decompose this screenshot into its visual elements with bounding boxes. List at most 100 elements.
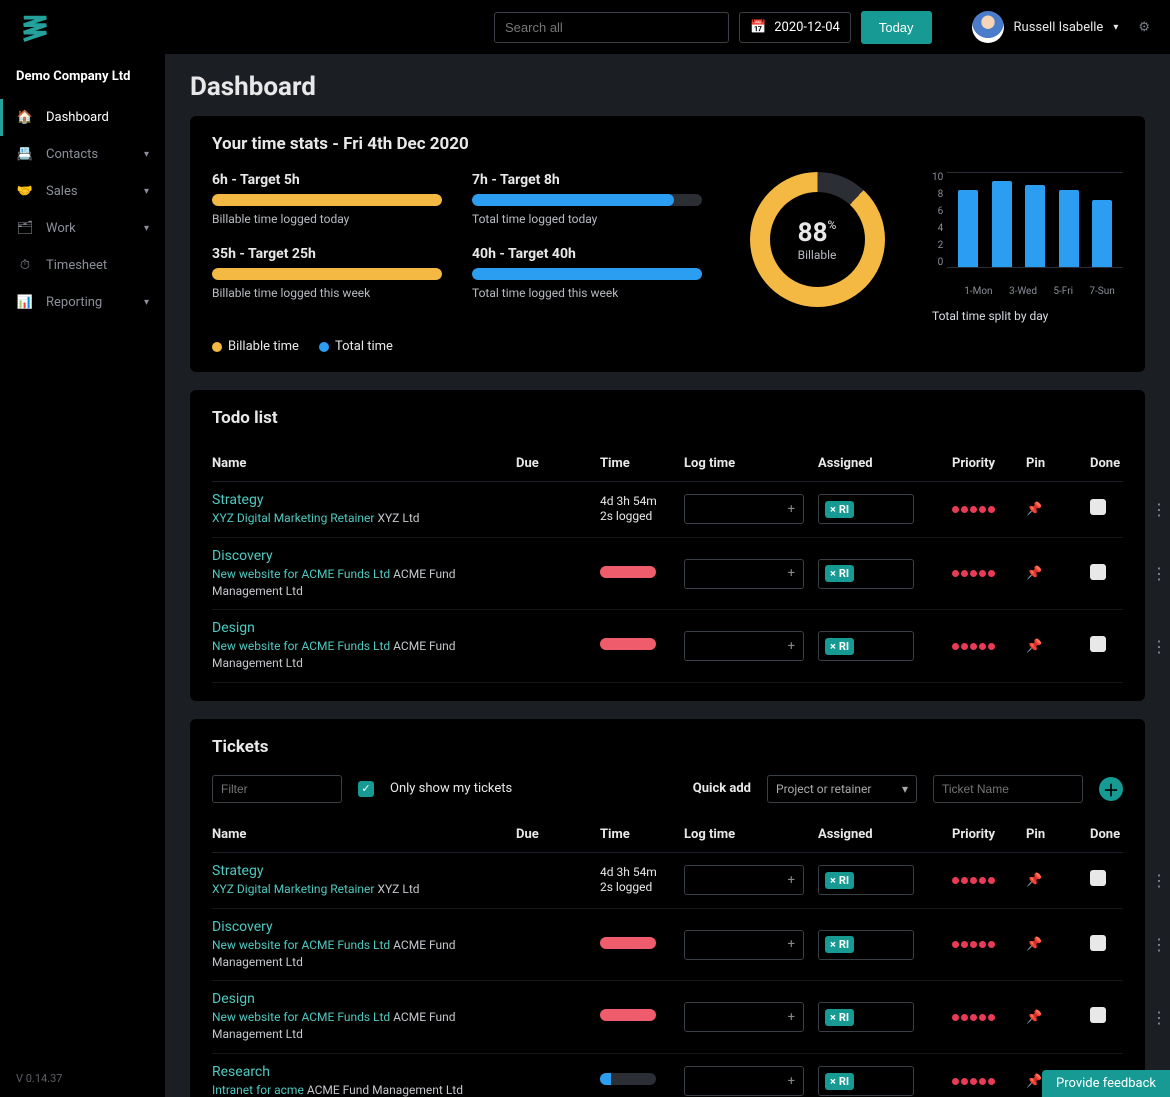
log-time-input[interactable]: + <box>684 1002 804 1032</box>
pin-icon[interactable]: 📌 <box>1026 937 1086 952</box>
feedback-button[interactable]: Provide feedback <box>1042 1070 1170 1097</box>
remove-icon[interactable]: × <box>830 640 836 653</box>
sidebar-item-dashboard[interactable]: 🏠 Dashboard <box>0 99 165 136</box>
task-subtitle[interactable]: New website for ACME Funds Ltd ACME Fund… <box>212 638 512 672</box>
more-icon[interactable]: ⋮ <box>1144 1008 1170 1027</box>
task-name-link[interactable]: Design <box>212 620 512 636</box>
sidebar-item-work[interactable]: 🗂 Work ▾ <box>0 210 165 247</box>
task-name-link[interactable]: Strategy <box>212 492 512 508</box>
assigned-chip[interactable]: ×RI <box>825 872 854 889</box>
sidebar-item-reporting[interactable]: 📊 Reporting ▾ <box>0 284 165 321</box>
more-icon[interactable]: ⋮ <box>1144 871 1170 890</box>
pin-icon[interactable]: 📌 <box>1026 502 1086 517</box>
log-time-input[interactable]: + <box>684 631 804 661</box>
remove-icon[interactable]: × <box>830 1075 836 1088</box>
sidebar-item-timesheet[interactable]: ⏱ Timesheet <box>0 247 165 284</box>
assigned-input[interactable]: ×RI <box>818 631 914 661</box>
done-checkbox[interactable] <box>1090 935 1106 951</box>
assigned-chip[interactable]: ×RI <box>825 565 854 582</box>
stat-billable-today: 6h - Target 5h Billable time logged toda… <box>212 172 442 226</box>
pin-icon[interactable]: 📌 <box>1026 873 1086 888</box>
version-label: V 0.14.37 <box>0 1060 165 1097</box>
user-name: Russell Isabelle <box>1014 20 1104 35</box>
assigned-chip[interactable]: ×RI <box>825 501 854 518</box>
priority-dots[interactable] <box>952 502 1022 517</box>
log-time-input[interactable]: + <box>684 494 804 524</box>
task-subtitle[interactable]: Intranet for acme ACME Fund Management L… <box>212 1082 512 1097</box>
assigned-chip[interactable]: ×RI <box>825 638 854 655</box>
task-subtitle[interactable]: New website for ACME Funds Ltd ACME Fund… <box>212 1009 512 1043</box>
ticket-name-input[interactable] <box>933 775 1083 803</box>
priority-dots[interactable] <box>952 1074 1022 1089</box>
remove-icon[interactable]: × <box>830 874 836 887</box>
table-row: Strategy XYZ Digital Marketing Retainer X… <box>212 853 1123 909</box>
more-icon[interactable]: ⋮ <box>1144 935 1170 954</box>
task-subtitle[interactable]: New website for ACME Funds Ltd ACME Fund… <box>212 566 512 600</box>
only-mine-label: Only show my tickets <box>390 781 512 796</box>
table-row: Discovery New website for ACME Funds Ltd … <box>212 538 1123 611</box>
assigned-chip[interactable]: ×RI <box>825 1073 854 1090</box>
time-chip <box>600 566 656 578</box>
task-name-link[interactable]: Design <box>212 991 512 1007</box>
assigned-chip[interactable]: ×RI <box>825 936 854 953</box>
pin-icon[interactable]: 📌 <box>1026 1010 1086 1025</box>
chart-bar <box>1025 185 1045 267</box>
assigned-input[interactable]: ×RI <box>818 559 914 589</box>
task-name-link[interactable]: Discovery <box>212 548 512 564</box>
log-time-input[interactable]: + <box>684 930 804 960</box>
done-checkbox[interactable] <box>1090 499 1106 515</box>
log-time-input[interactable]: + <box>684 559 804 589</box>
contacts-icon: 📇 <box>16 147 34 162</box>
task-name-link[interactable]: Discovery <box>212 919 512 935</box>
filter-input[interactable] <box>212 775 342 803</box>
assigned-input[interactable]: ×RI <box>818 1002 914 1032</box>
priority-dots[interactable] <box>952 566 1022 581</box>
chevron-down-icon: ▾ <box>144 297 149 308</box>
done-checkbox[interactable] <box>1090 1007 1106 1023</box>
assigned-input[interactable]: ×RI <box>818 865 914 895</box>
only-mine-checkbox[interactable]: ✓ <box>358 781 374 797</box>
task-name-link[interactable]: Strategy <box>212 863 512 879</box>
assigned-input[interactable]: ×RI <box>818 930 914 960</box>
log-time-input[interactable]: + <box>684 865 804 895</box>
table-row: Research Intranet for acme ACME Fund Mana… <box>212 1054 1123 1097</box>
assigned-input[interactable]: ×RI <box>818 494 914 524</box>
sidebar-item-sales[interactable]: 🤝 Sales ▾ <box>0 173 165 210</box>
remove-icon[interactable]: × <box>830 1011 836 1024</box>
remove-icon[interactable]: × <box>830 567 836 580</box>
done-checkbox[interactable] <box>1090 564 1106 580</box>
priority-dots[interactable] <box>952 1010 1022 1025</box>
chart-bar <box>1059 190 1079 267</box>
remove-icon[interactable]: × <box>830 938 836 951</box>
assigned-input[interactable]: ×RI <box>818 1066 914 1096</box>
user-menu[interactable]: Russell Isabelle ▾ <box>972 11 1119 43</box>
priority-dots[interactable] <box>952 873 1022 888</box>
assigned-chip[interactable]: ×RI <box>825 1009 854 1026</box>
add-ticket-button[interactable]: ＋ <box>1099 777 1123 801</box>
week-bar-chart: 1086420 1-Mon3-Wed5-Fri7-Sun Total time … <box>932 172 1123 323</box>
task-name-link[interactable]: Research <box>212 1064 512 1080</box>
done-checkbox[interactable] <box>1090 870 1106 886</box>
date-picker[interactable]: 📅 2020-12-04 <box>739 12 851 43</box>
time-logged: 4d 3h 54m 2s logged <box>600 865 680 896</box>
todo-panel: Todo list NameDueTimeLog timeAssignedPri… <box>190 390 1145 701</box>
log-time-input[interactable]: + <box>684 1066 804 1096</box>
time-logged: 4d 3h 54m 2s logged <box>600 494 680 525</box>
pin-icon[interactable]: 📌 <box>1026 566 1086 581</box>
priority-dots[interactable] <box>952 639 1022 654</box>
sidebar-item-contacts[interactable]: 📇 Contacts ▾ <box>0 136 165 173</box>
done-checkbox[interactable] <box>1090 636 1106 652</box>
remove-icon[interactable]: × <box>830 503 836 516</box>
more-icon[interactable]: ⋮ <box>1144 637 1170 656</box>
more-icon[interactable]: ⋮ <box>1144 564 1170 583</box>
priority-dots[interactable] <box>952 937 1022 952</box>
today-button[interactable]: Today <box>861 11 932 44</box>
search-input[interactable] <box>494 12 729 43</box>
gear-icon[interactable]: ⚙ <box>1138 20 1150 35</box>
task-subtitle[interactable]: XYZ Digital Marketing Retainer XYZ Ltd <box>212 881 512 898</box>
pin-icon[interactable]: 📌 <box>1026 639 1086 654</box>
task-subtitle[interactable]: New website for ACME Funds Ltd ACME Fund… <box>212 937 512 971</box>
more-icon[interactable]: ⋮ <box>1144 500 1170 519</box>
project-select[interactable]: Project or retainer▾ <box>767 775 917 803</box>
task-subtitle[interactable]: XYZ Digital Marketing Retainer XYZ Ltd <box>212 510 512 527</box>
